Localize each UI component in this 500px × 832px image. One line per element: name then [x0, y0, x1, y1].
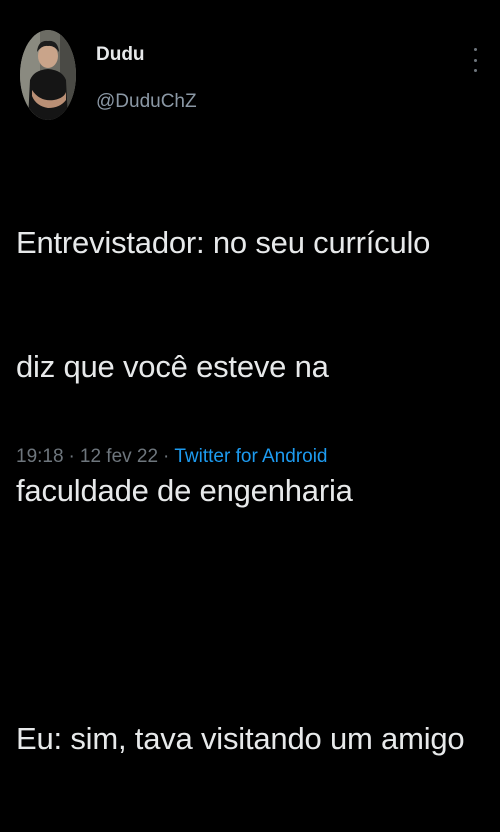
more-vertical-icon[interactable] — [468, 48, 482, 72]
more-dot — [473, 48, 477, 51]
author-handle[interactable]: @DuduChZ — [96, 91, 197, 113]
author-display-name[interactable]: Dudu — [96, 44, 145, 66]
meta-separator: · — [163, 446, 170, 467]
tweet-text-line: diz que você esteve na — [16, 349, 329, 384]
tweet-source-link[interactable]: Twitter for Android — [174, 446, 327, 468]
meta-separator: · — [68, 446, 75, 467]
tweet-text-line: Eu: sim, tava visitando um amigo — [16, 721, 465, 756]
tweet-text-line: faculdade de engenharia — [16, 473, 353, 508]
tweet-text-line — [16, 584, 486, 646]
more-dot — [473, 58, 477, 62]
tweet-text-line: Entrevistador: no seu currículo — [16, 225, 431, 260]
tweet-meta: 19:18 · 12 fev 22 · Twitter for Android — [16, 446, 328, 468]
tweet-text: Entrevistador: no seu currículo diz que … — [16, 150, 486, 832]
more-dot — [473, 69, 477, 72]
tweet-time[interactable]: 19:18 — [16, 446, 64, 468]
tweet-card: Dudu @DuduChZ Entrevistador: no seu curr… — [0, 0, 500, 756]
tweet-date[interactable]: 12 fev 22 — [80, 446, 158, 468]
avatar-image — [20, 30, 76, 120]
avatar[interactable] — [20, 30, 76, 120]
